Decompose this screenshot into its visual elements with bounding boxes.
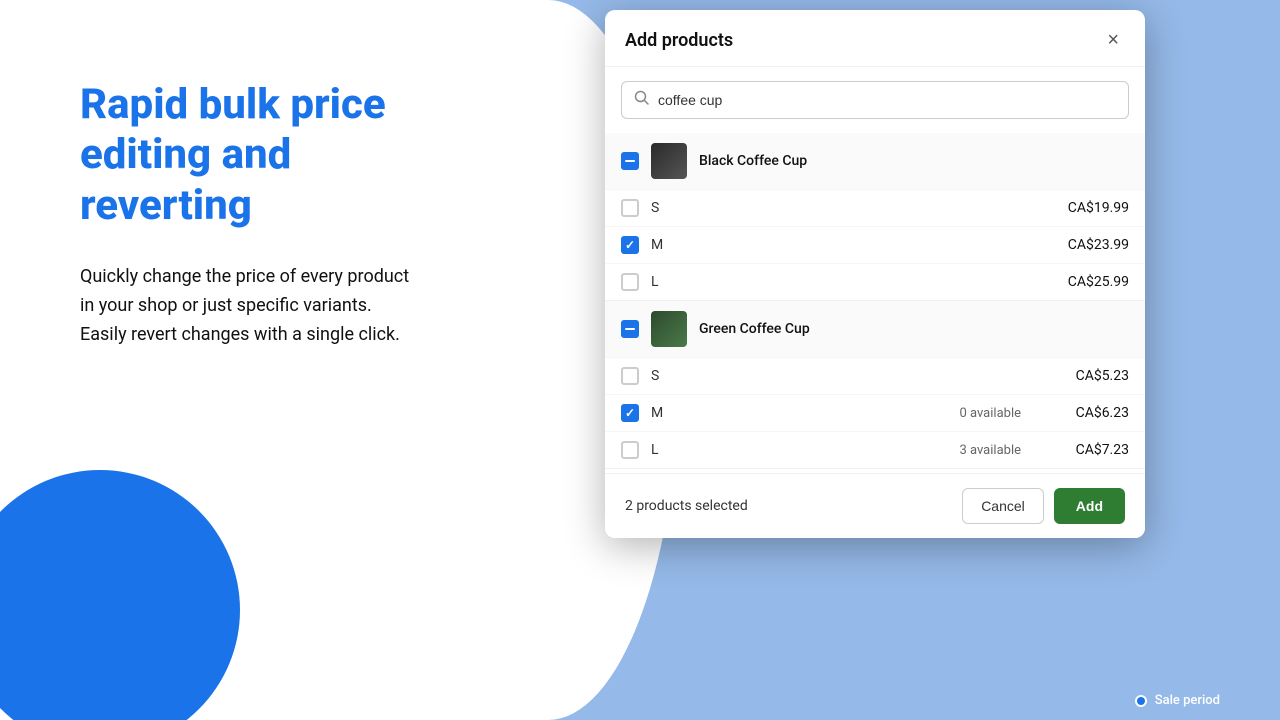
variant-price-green-m: CA$6.23 [1049, 405, 1129, 421]
search-icon [634, 90, 650, 110]
right-panel: Search Bulk D... lp Add products × [470, 0, 1280, 720]
variant-checkbox-green-s[interactable] [621, 367, 639, 385]
product-group-green-coffee-cup: Green Coffee Cup S CA$5.23 M 0 available [605, 301, 1145, 469]
product-checkbox-green-coffee-cup[interactable] [621, 320, 639, 338]
variant-checkbox-black-l[interactable] [621, 273, 639, 291]
modal-overlay: Add products × [470, 0, 1280, 720]
modal-header: Add products × [605, 10, 1145, 67]
variant-checkbox-black-m[interactable] [621, 236, 639, 254]
hero-title-line2: editing and [80, 130, 291, 179]
variant-row-black-m: M CA$23.99 [605, 226, 1145, 263]
modal-footer: 2 products selected Cancel Add [605, 473, 1145, 538]
variant-size-black-s: S [651, 200, 681, 216]
product-thumbnail-black-coffee-cup [651, 143, 687, 179]
add-products-modal: Add products × [605, 10, 1145, 538]
add-button[interactable]: Add [1054, 488, 1125, 524]
variant-size-green-m: M [651, 405, 681, 421]
variant-checkbox-black-s[interactable] [621, 199, 639, 217]
product-header-green-coffee-cup: Green Coffee Cup [605, 301, 1145, 357]
hero-title: Rapid bulk price editing and reverting [80, 80, 420, 231]
variant-row-black-s: S CA$19.99 [605, 189, 1145, 226]
product-name-green-coffee-cup: Green Coffee Cup [699, 321, 810, 337]
product-thumbnail-green-coffee-cup [651, 311, 687, 347]
search-input[interactable] [658, 92, 1116, 108]
search-input-wrap [621, 81, 1129, 119]
hero-title-line1: Rapid bulk price [80, 80, 386, 129]
variant-size-black-l: L [651, 274, 681, 290]
variant-availability-green-m: 0 available [693, 406, 1037, 421]
footer-buttons: Cancel Add [962, 488, 1125, 524]
decorative-blob [0, 470, 240, 720]
variant-price-black-m: CA$23.99 [1049, 237, 1129, 253]
variant-size-black-m: M [651, 237, 681, 253]
variant-row-green-m: M 0 available CA$6.23 [605, 394, 1145, 431]
close-button[interactable]: × [1101, 28, 1125, 52]
variant-price-black-s: CA$19.99 [1049, 200, 1129, 216]
variant-checkbox-green-m[interactable] [621, 404, 639, 422]
variant-size-green-l: L [651, 442, 681, 458]
product-list: Black Coffee Cup S CA$19.99 M CA$ [605, 129, 1145, 473]
variant-price-green-l: CA$7.23 [1049, 442, 1129, 458]
hero-title-line3: reverting [80, 181, 252, 230]
hero-description: Quickly change the price of every produc… [80, 263, 420, 349]
variant-row-green-l: L 3 available CA$7.23 [605, 431, 1145, 468]
modal-title: Add products [625, 30, 733, 51]
variant-checkbox-green-l[interactable] [621, 441, 639, 459]
left-panel: Rapid bulk price editing and reverting Q… [0, 0, 470, 720]
product-checkbox-black-coffee-cup[interactable] [621, 152, 639, 170]
variant-price-green-s: CA$5.23 [1049, 368, 1129, 384]
variant-row-green-s: S CA$5.23 [605, 357, 1145, 394]
variant-price-black-l: CA$25.99 [1049, 274, 1129, 290]
cancel-button[interactable]: Cancel [962, 488, 1044, 524]
variant-row-black-l: L CA$25.99 [605, 263, 1145, 300]
product-name-black-coffee-cup: Black Coffee Cup [699, 153, 807, 169]
product-group-black-coffee-cup: Black Coffee Cup S CA$19.99 M CA$ [605, 133, 1145, 301]
left-content: Rapid bulk price editing and reverting Q… [80, 80, 420, 350]
product-header-black-coffee-cup: Black Coffee Cup [605, 133, 1145, 189]
selected-count: 2 products selected [625, 498, 748, 514]
variant-size-green-s: S [651, 368, 681, 384]
search-area [605, 67, 1145, 129]
variant-availability-green-l: 3 available [693, 443, 1037, 458]
